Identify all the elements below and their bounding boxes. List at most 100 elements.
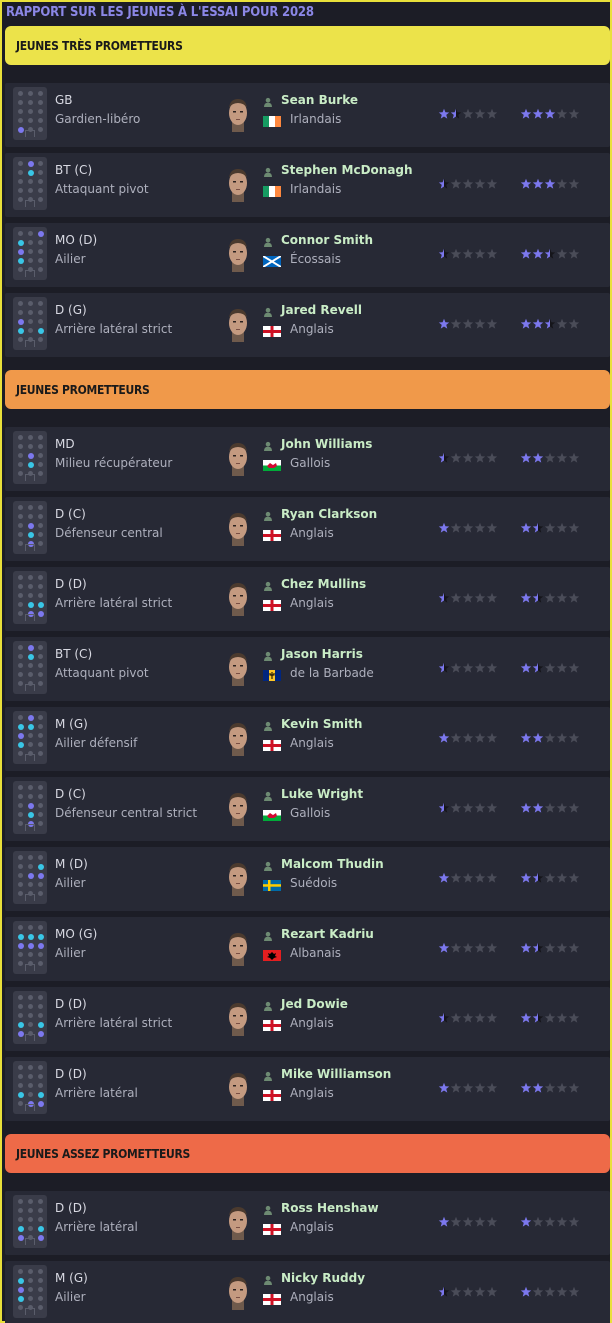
player-face-icon	[229, 1073, 247, 1106]
player-row[interactable]: D (D) Arrière latéral strict Jed Dowie Angl…	[5, 987, 610, 1051]
goal-marker	[25, 1238, 35, 1245]
player-name-link[interactable]: Rezart Kadriu	[281, 927, 374, 941]
player-name-link[interactable]: Nicky Ruddy	[281, 1271, 365, 1285]
pitch-dot	[38, 197, 43, 202]
player-row[interactable]: D (D) Arrière latéral strict Chez Mullins A…	[5, 567, 610, 631]
player-name-link[interactable]: Sean Burke	[281, 93, 358, 107]
star-icon	[474, 1216, 486, 1227]
current-ability-stars	[438, 1012, 498, 1024]
star-icon	[450, 108, 462, 119]
player-name-link[interactable]: Kevin Smith	[281, 717, 362, 731]
star-icon	[474, 732, 486, 743]
star-icon	[544, 732, 556, 743]
player-row[interactable]: BT (C) Attaquant pivot Jason Harris de la B…	[5, 637, 610, 701]
pitch-dot	[18, 995, 23, 1000]
star-icon	[474, 108, 486, 119]
current-ability-stars	[438, 802, 498, 814]
player-name-link[interactable]: John Williams	[281, 437, 372, 451]
pitch-dot	[38, 505, 43, 510]
current-ability-stars	[438, 1216, 498, 1228]
player-name-link[interactable]: Ross Henshaw	[281, 1201, 379, 1215]
player-name-link[interactable]: Stephen McDonagh	[281, 163, 413, 177]
pitch-dot	[38, 444, 43, 449]
pitch-dot	[18, 328, 24, 334]
star-icon	[438, 178, 450, 189]
position-pitch-icon	[13, 851, 47, 904]
wales-flag-icon	[263, 460, 281, 471]
pitch-dot	[28, 952, 33, 957]
star-icon	[462, 1286, 474, 1297]
position-code: BT (C)	[55, 647, 93, 661]
pitch-dot	[38, 575, 43, 580]
star-icon	[520, 108, 532, 119]
position-role: Arrière latéral strict	[55, 322, 173, 336]
pitch-dot	[28, 310, 33, 315]
pitch-dot	[18, 240, 24, 246]
player-name-link[interactable]: Ryan Clarkson	[281, 507, 377, 521]
pitch-dot	[18, 672, 23, 677]
player-row[interactable]: M (G) Ailier défensif Kevin Smith Anglais	[5, 707, 610, 771]
star-icon	[568, 1216, 580, 1227]
pitch-dot	[18, 258, 24, 264]
potential-ability-stars	[520, 802, 580, 814]
pitch-dot	[18, 654, 23, 659]
pitch-dot	[38, 100, 43, 105]
player-name-link[interactable]: Luke Wright	[281, 787, 363, 801]
pitch-dot	[18, 541, 23, 546]
player-row[interactable]: GB Gardien-libéro Sean Burke Irlandais	[5, 83, 610, 147]
person-icon	[264, 441, 272, 451]
player-row[interactable]: MO (G) Ailier Rezart Kadriu Albanais	[5, 917, 610, 981]
player-name-link[interactable]: Jason Harris	[281, 647, 363, 661]
pitch-dot	[38, 240, 43, 245]
potential-ability-stars	[520, 178, 580, 190]
player-row[interactable]: D (D) Arrière latéral Ross Henshaw Anglais	[5, 1191, 610, 1255]
pitch-dot	[28, 925, 33, 930]
player-row[interactable]: M (G) Ailier Nicky Ruddy Anglais	[5, 1261, 610, 1323]
pitch-dot	[38, 1235, 44, 1241]
star-icon	[568, 942, 580, 953]
player-row[interactable]: D (G) Arrière latéral strict Jared Revell A…	[5, 293, 610, 357]
star-icon	[568, 802, 580, 813]
pitch-dot	[18, 523, 23, 528]
star-icon	[450, 452, 462, 463]
player-name-link[interactable]: Malcom Thudin	[281, 857, 384, 871]
position-pitch-icon	[13, 781, 47, 834]
pitch-dot	[38, 249, 43, 254]
pitch-dot	[28, 249, 33, 254]
player-face-icon	[229, 1207, 247, 1240]
player-row[interactable]: D (C) Défenseur central Ryan Clarkson Angla…	[5, 497, 610, 561]
star-icon	[532, 592, 544, 603]
player-row[interactable]: D (D) Arrière latéral Mike Williamson Angla…	[5, 1057, 610, 1121]
player-row[interactable]: M (D) Ailier Malcom Thudin Suédois	[5, 847, 610, 911]
player-row[interactable]: BT (C) Attaquant pivot Stephen McDonagh Irl…	[5, 153, 610, 217]
pitch-dot	[18, 1305, 23, 1310]
player-name-link[interactable]: Jed Dowie	[281, 997, 348, 1011]
pitch-dot	[38, 258, 43, 263]
star-icon	[556, 872, 568, 883]
current-ability-stars	[438, 592, 498, 604]
pitch-dot	[18, 925, 23, 930]
position-role: Ailier défensif	[55, 736, 138, 750]
player-name-link[interactable]: Mike Williamson	[281, 1067, 391, 1081]
position-code: D (D)	[55, 1067, 87, 1081]
pitch-dot	[28, 602, 34, 608]
star-icon	[568, 592, 580, 603]
current-ability-stars	[438, 178, 498, 190]
star-icon	[462, 802, 474, 813]
potential-ability-stars	[520, 592, 580, 604]
goal-marker	[25, 684, 35, 691]
star-icon	[438, 1286, 450, 1297]
player-name-link[interactable]: Chez Mullins	[281, 577, 366, 591]
player-name-link[interactable]: Connor Smith	[281, 233, 373, 247]
player-name-link[interactable]: Jared Revell	[281, 303, 362, 317]
player-row[interactable]: MD Milieu récupérateur John Williams Galloi…	[5, 427, 610, 491]
nationality: Suédois	[290, 876, 338, 890]
player-row[interactable]: MO (D) Ailier Connor Smith Écossais	[5, 223, 610, 287]
player-face-icon	[229, 653, 247, 686]
pitch-dot	[38, 891, 43, 896]
position-role: Arrière latéral	[55, 1220, 138, 1234]
pitch-dot	[38, 1013, 43, 1018]
pitch-dot	[28, 645, 34, 651]
star-icon	[462, 732, 474, 743]
player-row[interactable]: D (C) Défenseur central strict Luke Wright…	[5, 777, 610, 841]
